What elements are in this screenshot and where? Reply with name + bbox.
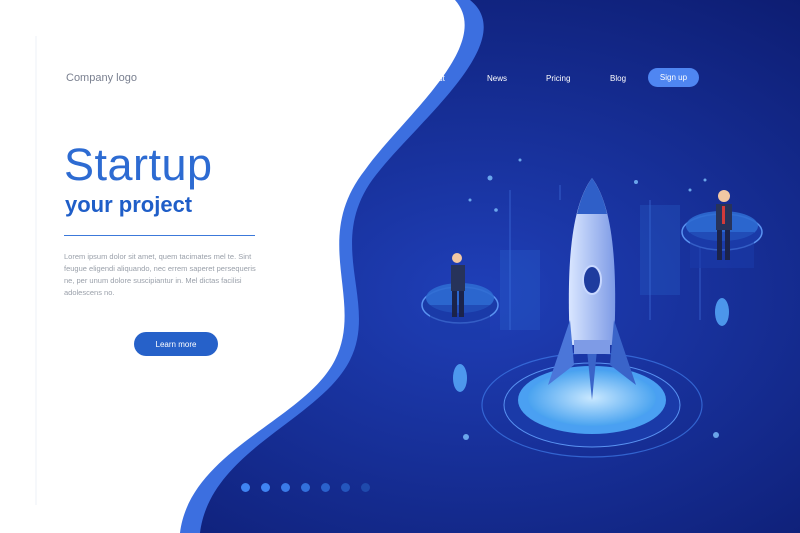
pager-dot[interactable] [361,483,370,492]
nav-pricing[interactable]: Pricing [546,74,570,83]
pager-dot[interactable] [261,483,270,492]
signup-button[interactable]: Sign up [648,68,699,87]
learn-more-button[interactable]: Learn more [134,332,218,356]
title-divider [64,235,255,236]
landing-page: Company logo About News Pricing Blog Sig… [0,0,800,533]
pager-dot[interactable] [341,483,350,492]
nav-blog[interactable]: Blog [610,74,626,83]
pager-dot[interactable] [321,483,330,492]
hero-title: Startup [64,139,213,190]
hero-description: Lorem ipsum dolor sit amet, quem tacimat… [64,252,256,297]
hero-subtitle: your project [65,192,193,217]
pager-dot[interactable] [301,483,310,492]
nav-news[interactable]: News [487,74,507,83]
company-logo[interactable]: Company logo [66,72,137,84]
pager-dot[interactable] [241,483,250,492]
pager-dot[interactable] [281,483,290,492]
nav-about[interactable]: About [424,74,445,83]
